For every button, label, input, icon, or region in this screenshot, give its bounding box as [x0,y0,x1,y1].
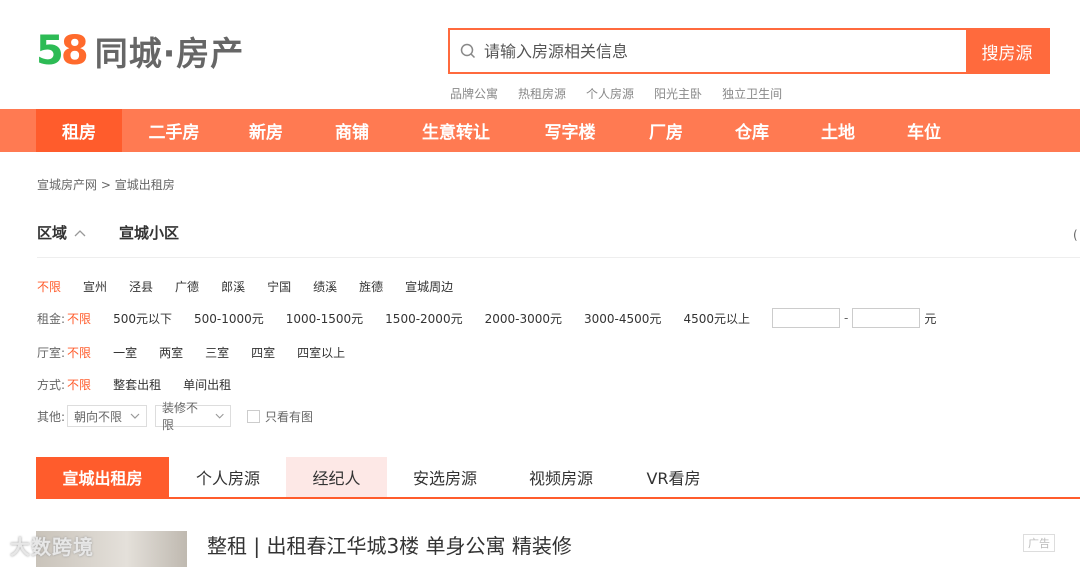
cut-off-text: ( [1073,228,1078,242]
tab-community[interactable]: 宣城小区 [119,222,179,243]
breadcrumb-current[interactable]: 宣城出租房 [115,178,175,192]
nav-item-factory[interactable]: 厂房 [626,109,706,152]
other-label: 其他: [37,409,66,424]
rent-range-dash: - [843,311,849,325]
photos-only-label: 只看有图 [265,409,314,424]
nav-item-business-transfer[interactable]: 生意转让 [398,109,514,152]
chevron-down-icon [130,413,140,419]
photos-only-toggle[interactable]: 只看有图 [247,408,313,425]
filter-row-area: 不限 宣州 泾县 广德 郎溪 宁国 绩溪 旌德 宣城周边 [37,278,453,295]
mode-option[interactable]: 单间出租 [183,376,231,393]
rent-option[interactable]: 500元以下 [113,310,172,327]
listing-title[interactable]: 整租 | 出租春江华城3楼 单身公寓 精装修 [207,530,572,559]
filter-tabs: 区域 宣城小区 [37,222,179,243]
search-button[interactable]: 搜房源 [966,30,1048,72]
area-option[interactable]: 宣州 [83,278,107,295]
rent-max-input[interactable] [852,308,921,328]
room-label: 厅室: [37,346,66,360]
logo-text: 同城·房产 [94,34,245,73]
tab-video[interactable]: 视频房源 [511,457,611,497]
mode-option[interactable]: 整套出租 [113,376,161,393]
rent-option[interactable]: 4500元以上 [683,310,750,327]
hot-search-links: 品牌公寓 热租房源 个人房源 阳光主卧 独立卫生间 [450,85,782,102]
hot-link[interactable]: 品牌公寓 [450,85,498,102]
site-logo[interactable]: 5 8 同城·房产 [36,28,245,74]
orientation-select[interactable]: 朝向不限 [67,405,148,427]
rent-option[interactable]: 3000-4500元 [584,310,661,327]
search-input-wrap[interactable] [450,30,966,72]
area-option[interactable]: 绩溪 [313,278,337,295]
decoration-select[interactable]: 装修不限 [155,401,232,432]
filter-row-rent: 租金: 不限 500元以下 500-1000元 1000-1500元 1500-… [37,307,936,329]
hot-link[interactable]: 独立卫生间 [722,85,782,102]
area-option[interactable]: 宣城周边 [405,278,453,295]
room-option[interactable]: 四室 [251,344,275,361]
area-option[interactable]: 郎溪 [221,278,245,295]
rent-min-input[interactable] [771,308,840,328]
nav-item-office[interactable]: 写字楼 [514,109,626,152]
logo-digit-5: 5 [36,28,64,74]
nav-item-warehouse[interactable]: 仓库 [706,109,798,152]
hot-link[interactable]: 个人房源 [586,85,634,102]
photos-only-checkbox[interactable] [247,409,261,423]
area-option[interactable]: 广德 [175,278,199,295]
decoration-value: 装修不限 [162,401,199,432]
mode-option[interactable]: 不限 [67,376,91,393]
rent-option[interactable]: 1500-2000元 [385,310,462,327]
main-nav: 租房 二手房 新房 商铺 生意转让 写字楼 厂房 仓库 土地 车位 [0,109,1080,152]
rent-option[interactable]: 不限 [67,310,91,327]
rent-option[interactable]: 1000-1500元 [286,310,363,327]
nav-item-rent[interactable]: 租房 [36,109,122,152]
orientation-value: 朝向不限 [74,409,123,424]
room-option[interactable]: 一室 [113,344,137,361]
room-option[interactable]: 四室以上 [297,344,345,361]
nav-item-second-hand[interactable]: 二手房 [122,109,226,152]
tab-personal[interactable]: 个人房源 [179,457,277,497]
mode-label: 方式: [37,378,66,392]
nav-item-parking[interactable]: 车位 [878,109,970,152]
logo-digit-8: 8 [60,28,89,74]
rent-unit: 元 [924,311,937,326]
nav-item-new-house[interactable]: 新房 [226,109,306,152]
tab-agent[interactable]: 经纪人 [286,457,387,497]
watermark: 大数跨境 [10,535,94,559]
tab-vr[interactable]: VR看房 [631,457,716,497]
rent-option[interactable]: 500-1000元 [194,310,264,327]
breadcrumb-separator: > [100,178,111,192]
tab-area-label: 区域 [37,224,68,242]
filter-row-rooms: 厅室: 不限 一室 两室 三室 四室 四室以上 [37,344,345,361]
breadcrumb: 宣城房产网 > 宣城出租房 [37,176,175,193]
divider [37,257,1080,258]
room-option[interactable]: 三室 [205,344,229,361]
listing-tabs: 宣城出租房 个人房源 经纪人 安选房源 视频房源 VR看房 [36,457,1080,499]
nav-item-land[interactable]: 土地 [798,109,878,152]
room-option[interactable]: 两室 [159,344,183,361]
tab-safe-select[interactable]: 安选房源 [397,457,493,497]
room-option[interactable]: 不限 [67,344,91,361]
breadcrumb-home[interactable]: 宣城房产网 [37,178,97,192]
area-option[interactable]: 旌德 [359,278,383,295]
hot-link[interactable]: 阳光主卧 [654,85,702,102]
chevron-down-icon [215,413,224,419]
filter-row-other: 其他: 朝向不限 装修不限 只看有图 [37,401,313,432]
rent-option[interactable]: 2000-3000元 [485,310,562,327]
tab-all-rentals[interactable]: 宣城出租房 [36,457,169,497]
filter-row-mode: 方式: 不限 整套出租 单间出租 [37,376,231,393]
area-option[interactable]: 宁国 [267,278,291,295]
area-option[interactable]: 不限 [37,278,61,295]
area-option[interactable]: 泾县 [129,278,153,295]
search-icon [460,43,476,59]
search-input[interactable] [482,40,946,62]
search-box: 搜房源 [448,28,1050,74]
rent-label: 租金: [37,311,66,326]
ad-badge: 广告 [1023,534,1055,552]
chevron-up-icon [74,229,86,236]
tab-area[interactable]: 区域 [37,222,87,243]
hot-link[interactable]: 热租房源 [518,85,566,102]
nav-item-shops[interactable]: 商铺 [306,109,398,152]
